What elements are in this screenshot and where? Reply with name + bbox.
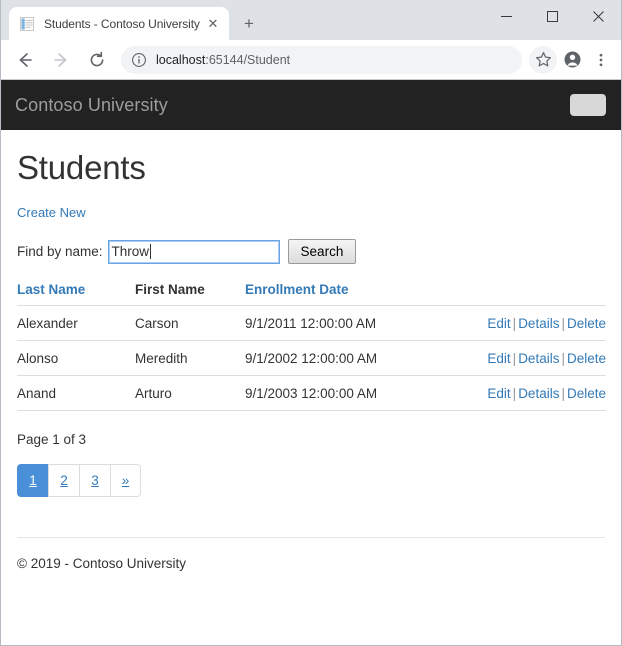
edit-link[interactable]: Edit xyxy=(487,351,510,366)
details-link[interactable]: Details xyxy=(518,351,559,366)
search-form: Find by name: Throw Search xyxy=(17,239,605,264)
table-header-row: Last Name First Name Enrollment Date xyxy=(17,282,606,306)
minimize-icon[interactable] xyxy=(483,0,529,32)
sort-enrollment-date-link[interactable]: Enrollment Date xyxy=(245,282,349,297)
column-header-last-name: Last Name xyxy=(17,282,135,306)
edit-link[interactable]: Edit xyxy=(487,386,510,401)
cell-actions: Edit | Details | Delete xyxy=(445,375,606,411)
page-content: Contoso University Students Create New F… xyxy=(1,80,621,645)
action-separator: | xyxy=(561,351,565,366)
pagination-page-2[interactable]: 2 xyxy=(48,464,79,497)
page-info-text: Page 1 of 3 xyxy=(17,432,87,447)
edit-link[interactable]: Edit xyxy=(487,316,510,331)
main-container: Students Create New Find by name: Throw … xyxy=(1,130,621,571)
forward-arrow-icon xyxy=(46,45,76,75)
browser-window: Students - Contoso University ✕ + localh… xyxy=(0,0,622,646)
cell-first-name: Carson xyxy=(135,305,245,341)
cell-last-name: Alexander xyxy=(17,305,135,341)
pagination-next[interactable]: » xyxy=(110,464,141,497)
tab-title: Students - Contoso University xyxy=(44,16,200,31)
reload-icon[interactable] xyxy=(82,45,112,75)
search-button[interactable]: Search xyxy=(287,239,357,264)
text-caret xyxy=(150,244,152,259)
students-table: Last Name First Name Enrollment Date Ale… xyxy=(17,282,606,411)
action-separator: | xyxy=(561,386,565,401)
star-icon[interactable] xyxy=(529,45,557,74)
table-header: Last Name First Name Enrollment Date xyxy=(17,282,606,306)
footer-text: © 2019 - Contoso University xyxy=(17,556,187,571)
navbar-toggler-button[interactable] xyxy=(570,94,606,116)
cell-last-name: Alonso xyxy=(17,340,135,376)
delete-link[interactable]: Delete xyxy=(567,351,606,366)
window-controls xyxy=(483,0,621,32)
pagination: 1 2 3 » xyxy=(17,464,605,497)
cell-first-name: Meredith xyxy=(135,340,245,376)
back-arrow-icon[interactable] xyxy=(10,45,40,75)
profile-avatar-icon[interactable] xyxy=(558,46,586,74)
table-row: Alonso Meredith 9/1/2002 12:00:00 AM Edi… xyxy=(17,340,606,376)
close-icon[interactable]: ✕ xyxy=(203,14,223,34)
table-row: Alexander Carson 9/1/2011 12:00:00 AM Ed… xyxy=(17,305,606,341)
details-link[interactable]: Details xyxy=(518,316,559,331)
sort-last-name-link[interactable]: Last Name xyxy=(17,282,85,297)
address-bar[interactable]: localhost:65144/Student xyxy=(121,45,522,74)
pagination-page-3[interactable]: 3 xyxy=(79,464,110,497)
close-window-icon[interactable] xyxy=(575,0,621,32)
column-header-first-name: First Name xyxy=(135,282,245,306)
create-new-link[interactable]: Create New xyxy=(17,205,86,220)
delete-link[interactable]: Delete xyxy=(567,316,606,331)
document-icon xyxy=(19,16,35,32)
search-label: Find by name: xyxy=(17,244,103,259)
cell-enrollment-date: 9/1/2003 12:00:00 AM xyxy=(245,375,445,411)
table-row: Anand Arturo 9/1/2003 12:00:00 AM Edit | D… xyxy=(17,375,606,411)
page-title: Students xyxy=(17,149,146,186)
column-header-actions xyxy=(445,282,606,306)
search-input[interactable]: Throw xyxy=(107,239,280,264)
details-link[interactable]: Details xyxy=(518,386,559,401)
cell-actions: Edit | Details | Delete xyxy=(445,340,606,376)
url-path: :65144/Student xyxy=(205,52,291,67)
info-circle-icon[interactable] xyxy=(131,52,147,68)
cell-enrollment-date: 9/1/2011 12:00:00 AM xyxy=(245,305,445,341)
column-header-enrollment-date: Enrollment Date xyxy=(245,282,445,306)
browser-tab[interactable]: Students - Contoso University ✕ xyxy=(9,7,229,40)
pagination-page-1[interactable]: 1 xyxy=(17,464,48,497)
search-input-value: Throw xyxy=(111,243,150,259)
url-host: localhost xyxy=(156,52,206,67)
action-separator: | xyxy=(561,316,565,331)
tab-strip: Students - Contoso University ✕ + xyxy=(1,0,621,40)
delete-link[interactable]: Delete xyxy=(567,386,606,401)
table-body: Alexander Carson 9/1/2011 12:00:00 AM Ed… xyxy=(17,305,606,411)
cell-first-name: Arturo xyxy=(135,375,245,411)
new-tab-button[interactable]: + xyxy=(235,9,263,37)
cell-actions: Edit | Details | Delete xyxy=(445,305,606,341)
url-text: localhost:65144/Student xyxy=(156,53,290,67)
site-navbar: Contoso University xyxy=(1,80,621,130)
three-dot-menu-icon[interactable] xyxy=(587,46,615,74)
cell-last-name: Anand xyxy=(17,375,135,411)
browser-toolbar: localhost:65144/Student xyxy=(1,40,621,80)
navbar-brand[interactable]: Contoso University xyxy=(15,95,168,116)
cell-enrollment-date: 9/1/2002 12:00:00 AM xyxy=(245,340,445,376)
footer-divider xyxy=(17,537,605,538)
maximize-icon[interactable] xyxy=(529,0,575,32)
